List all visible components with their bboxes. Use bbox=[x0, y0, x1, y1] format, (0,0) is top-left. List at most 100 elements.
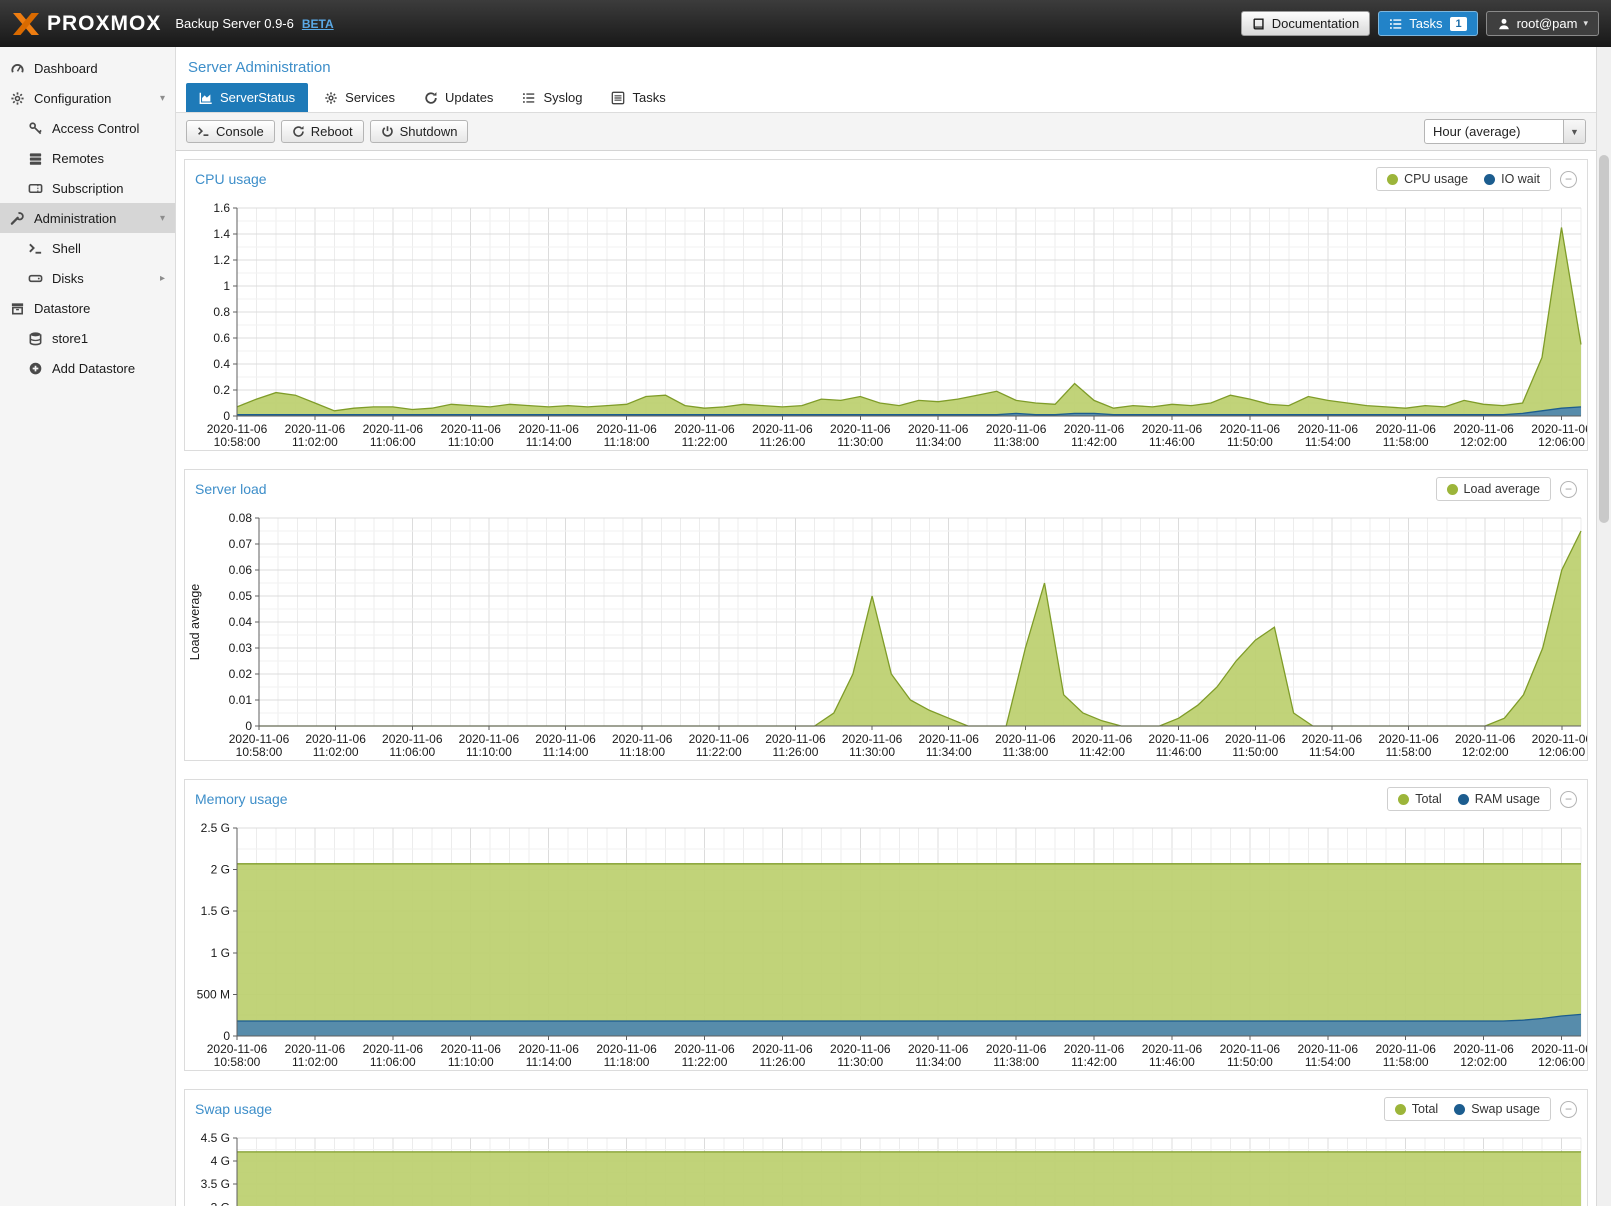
tab-label: Tasks bbox=[632, 90, 665, 105]
documentation-label: Documentation bbox=[1272, 16, 1359, 31]
svg-text:0.02: 0.02 bbox=[229, 667, 253, 681]
svg-text:2 G: 2 G bbox=[211, 863, 230, 877]
book-icon bbox=[1252, 17, 1266, 31]
svg-text:2020-11-06: 2020-11-06 bbox=[207, 422, 268, 436]
user-menu-button[interactable]: root@pam ▾ bbox=[1486, 11, 1599, 36]
svg-text:10:58:00: 10:58:00 bbox=[214, 435, 261, 449]
chart-legend: CPU usage IO wait bbox=[1376, 167, 1551, 191]
sidebar-item-disks[interactable]: Disks ▸ bbox=[0, 263, 175, 293]
sidebar: Dashboard Configuration ▾ Access Control… bbox=[0, 47, 176, 1206]
tab-serverstatus[interactable]: ServerStatus bbox=[186, 83, 308, 112]
sidebar-item-add-datastore[interactable]: Add Datastore bbox=[0, 353, 175, 383]
tab-tasks[interactable]: Tasks bbox=[598, 83, 678, 112]
collapse-panel-button[interactable]: − bbox=[1560, 791, 1577, 808]
svg-text:3.5 G: 3.5 G bbox=[201, 1177, 230, 1191]
sidebar-item-remotes[interactable]: Remotes bbox=[0, 143, 175, 173]
chart-legend: Load average bbox=[1436, 477, 1551, 501]
svg-text:2020-11-06: 2020-11-06 bbox=[830, 422, 891, 436]
svg-text:2020-11-06: 2020-11-06 bbox=[1142, 422, 1203, 436]
legend-item[interactable]: IO wait bbox=[1484, 172, 1540, 186]
svg-text:11:38:00: 11:38:00 bbox=[993, 1055, 1039, 1069]
tab-syslog[interactable]: Syslog bbox=[509, 83, 595, 112]
sidebar-item-datastore[interactable]: Datastore bbox=[0, 293, 175, 323]
svg-text:11:14:00: 11:14:00 bbox=[543, 745, 589, 759]
shutdown-button[interactable]: Shutdown bbox=[370, 120, 469, 143]
chevron-down-icon: ▼ bbox=[1563, 120, 1585, 143]
sidebar-item-label: store1 bbox=[52, 331, 88, 346]
legend-label: RAM usage bbox=[1475, 792, 1540, 806]
svg-text:0.2: 0.2 bbox=[213, 383, 230, 397]
svg-text:11:58:00: 11:58:00 bbox=[1386, 745, 1432, 759]
sidebar-item-label: Dashboard bbox=[34, 61, 98, 76]
legend-label: IO wait bbox=[1501, 172, 1540, 186]
legend-item[interactable]: Load average bbox=[1447, 482, 1540, 496]
svg-text:2020-11-06: 2020-11-06 bbox=[1453, 1042, 1514, 1056]
svg-text:0: 0 bbox=[245, 719, 252, 733]
legend-label: Load average bbox=[1464, 482, 1540, 496]
reboot-label: Reboot bbox=[311, 124, 353, 139]
database-icon bbox=[28, 331, 43, 346]
svg-text:4 G: 4 G bbox=[211, 1154, 230, 1168]
sidebar-item-shell[interactable]: Shell bbox=[0, 233, 175, 263]
server-load-panel: Server load Load average − 00.010.020.03… bbox=[184, 469, 1588, 761]
panel-header: Server load Load average − bbox=[185, 470, 1587, 508]
area-chart-icon bbox=[199, 91, 213, 105]
svg-text:11:54:00: 11:54:00 bbox=[1305, 435, 1351, 449]
sidebar-item-dashboard[interactable]: Dashboard bbox=[0, 53, 175, 83]
documentation-button[interactable]: Documentation bbox=[1241, 11, 1370, 36]
panel-tools: Load average − bbox=[1436, 477, 1577, 501]
sidebar-item-access-control[interactable]: Access Control bbox=[0, 113, 175, 143]
legend-item[interactable]: RAM usage bbox=[1458, 792, 1540, 806]
svg-text:11:46:00: 11:46:00 bbox=[1149, 1055, 1195, 1069]
svg-text:2020-11-06: 2020-11-06 bbox=[305, 732, 366, 746]
chevron-down-icon: ▾ bbox=[160, 93, 165, 104]
legend-dot-icon bbox=[1387, 174, 1398, 185]
timeframe-select[interactable]: Hour (average) ▼ bbox=[1424, 119, 1586, 144]
tab-updates[interactable]: Updates bbox=[411, 83, 506, 112]
svg-text:10:58:00: 10:58:00 bbox=[236, 745, 283, 759]
svg-text:3 G: 3 G bbox=[211, 1200, 230, 1206]
legend-item[interactable]: Swap usage bbox=[1454, 1102, 1540, 1116]
legend-item[interactable]: CPU usage bbox=[1387, 172, 1468, 186]
svg-text:0.6: 0.6 bbox=[213, 331, 230, 345]
dashboard-icon bbox=[10, 61, 25, 76]
server-icon bbox=[28, 151, 43, 166]
sidebar-item-administration[interactable]: Administration ▾ bbox=[0, 203, 175, 233]
svg-text:2020-11-06: 2020-11-06 bbox=[518, 422, 579, 436]
sidebar-item-store1[interactable]: store1 bbox=[0, 323, 175, 353]
svg-text:2020-11-06: 2020-11-06 bbox=[1298, 422, 1359, 436]
svg-text:2020-11-06: 2020-11-06 bbox=[689, 732, 750, 746]
svg-text:11:06:00: 11:06:00 bbox=[370, 1055, 416, 1069]
svg-text:2020-11-06: 2020-11-06 bbox=[207, 1042, 268, 1056]
scrollbar[interactable] bbox=[1596, 47, 1611, 1206]
tab-services[interactable]: Services bbox=[311, 83, 408, 112]
list-icon bbox=[522, 91, 536, 105]
svg-text:11:26:00: 11:26:00 bbox=[759, 435, 805, 449]
wrench-icon bbox=[10, 211, 25, 226]
console-button[interactable]: Console bbox=[186, 120, 275, 143]
collapse-panel-button[interactable]: − bbox=[1560, 171, 1577, 188]
reboot-button[interactable]: Reboot bbox=[281, 120, 364, 143]
svg-text:12:06:00: 12:06:00 bbox=[1538, 745, 1585, 759]
panel-header: Swap usage TotalSwap usage − bbox=[185, 1090, 1587, 1128]
svg-text:2020-11-06: 2020-11-06 bbox=[1532, 732, 1587, 746]
plus-circle-icon bbox=[28, 361, 43, 376]
svg-text:11:06:00: 11:06:00 bbox=[389, 745, 435, 759]
svg-text:0.07: 0.07 bbox=[229, 537, 253, 551]
sidebar-item-configuration[interactable]: Configuration ▾ bbox=[0, 83, 175, 113]
svg-text:2020-11-06: 2020-11-06 bbox=[535, 732, 596, 746]
scrollbar-thumb[interactable] bbox=[1599, 155, 1609, 523]
console-label: Console bbox=[216, 124, 264, 139]
sidebar-item-subscription[interactable]: Subscription bbox=[0, 173, 175, 203]
beta-link[interactable]: BETA bbox=[302, 17, 334, 31]
legend-item[interactable]: Total bbox=[1398, 792, 1441, 806]
collapse-panel-button[interactable]: − bbox=[1560, 481, 1577, 498]
legend-label: CPU usage bbox=[1404, 172, 1468, 186]
tasks-button[interactable]: Tasks 1 bbox=[1378, 11, 1477, 36]
collapse-panel-button[interactable]: − bbox=[1560, 1101, 1577, 1118]
svg-text:2020-11-06: 2020-11-06 bbox=[1378, 732, 1439, 746]
legend-item[interactable]: Total bbox=[1395, 1102, 1438, 1116]
svg-text:11:22:00: 11:22:00 bbox=[696, 745, 742, 759]
svg-text:2020-11-06: 2020-11-06 bbox=[518, 1042, 579, 1056]
svg-text:2020-11-06: 2020-11-06 bbox=[1455, 732, 1516, 746]
